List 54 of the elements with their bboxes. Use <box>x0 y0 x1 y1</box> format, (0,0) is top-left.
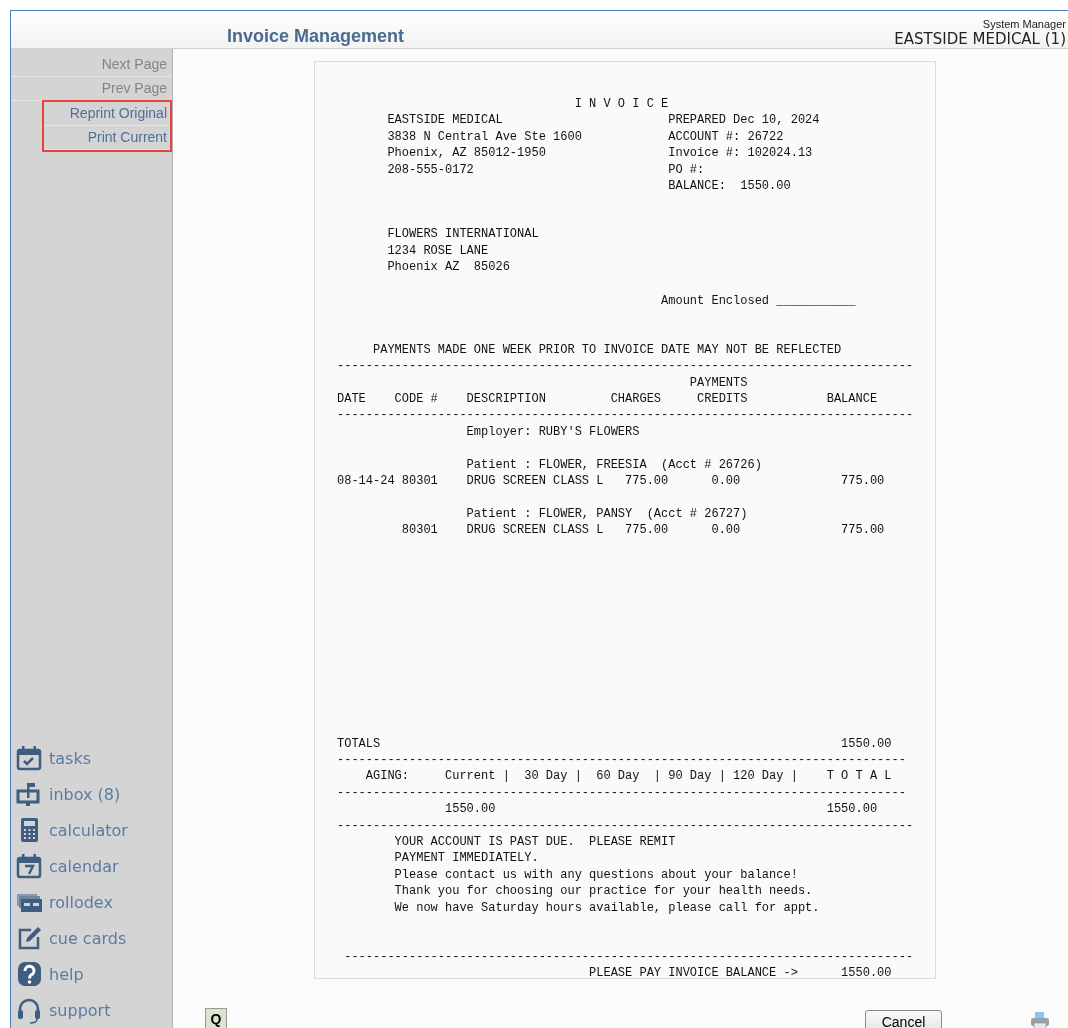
printer-icon[interactable] <box>1030 1010 1050 1028</box>
invoice-line: PAYMENTS <box>688 374 749 392</box>
invoice-line: Please contact us with any questions about your balance! <box>393 866 799 884</box>
invoice-line: DATE CODE # DESCRIPTION CHARGES CREDITS BALANCE <box>337 391 879 408</box>
invoice-line: Employer: RUBY'S FLOWERS <box>465 423 641 441</box>
mailbox-icon[interactable] <box>15 780 43 808</box>
invoice-line: Phoenix AZ 85026 <box>386 259 511 276</box>
invoice-line: YOUR ACCOUNT IS PAST DUE. PLEASE REMIT <box>393 833 677 851</box>
invoice-line: -------------------------------------------------------------------------------- <box>337 407 915 424</box>
page-title: Invoice Management <box>227 26 405 48</box>
invoice-line: 80301 DRUG SCREEN CLASS L 775.00 0.00 775.00 <box>400 522 886 539</box>
menu-link[interactable]: Reprint Original <box>44 102 170 126</box>
invoice-line: PLEASE PAY INVOICE BALANCE -> 1550.00 <box>588 965 893 982</box>
tool-link[interactable]: calendar <box>49 856 119 876</box>
invoice-line: ------------------------------------------------------------------------------- <box>337 752 907 769</box>
tool-link[interactable]: rollodex <box>49 892 113 912</box>
headset-icon[interactable] <box>15 996 43 1024</box>
query-button[interactable]: Q <box>205 1008 227 1028</box>
cancel-button[interactable]: Cancel <box>865 1010 942 1028</box>
help-icon[interactable] <box>15 960 43 988</box>
calendar-check-icon[interactable] <box>15 744 43 772</box>
invoice-line: Amount Enclosed ___________ <box>660 292 857 309</box>
practice-name: EASTSIDE MEDICAL (1) <box>894 30 1066 48</box>
invoice-line: 1234 ROSE LANE <box>386 242 490 260</box>
invoice-line: PAYMENTS MADE ONE WEEK PRIOR TO INVOICE DATE MAY NOT BE REFLECTED <box>372 341 843 359</box>
invoice-line: Phoenix, AZ 85012-1950 Invoice #: 102024.13 <box>386 145 814 162</box>
invoice-line: 08-14-24 80301 DRUG SCREEN CLASS L 775.00 0.00 775.00 <box>337 473 886 490</box>
tool-link[interactable]: calculator <box>49 820 128 840</box>
invoice-line: ------------------------------------------------------------------------------- <box>343 948 915 966</box>
invoice-line: -------------------------------------------------------------------------------- <box>337 358 915 375</box>
invoice-line: I N V O I C E <box>573 96 670 113</box>
invoice-line: BALANCE: 1550.00 <box>667 177 792 195</box>
tool-link[interactable]: tasks <box>49 748 91 768</box>
invoice-line: Patient : FLOWER, PANSY (Acct # 26727) <box>465 505 749 523</box>
invoice-line: Thank you for choosing our practice for your health needs. <box>393 883 814 900</box>
invoice-line: -------------------------------------------------------------------------------- <box>337 817 915 834</box>
tool-link[interactable]: help <box>49 964 84 984</box>
invoice-line: EASTSIDE MEDICAL PREPARED Dec 10, 2024 <box>386 112 821 129</box>
tool-link[interactable]: cue cards <box>49 928 127 948</box>
calendar-icon[interactable] <box>15 852 43 880</box>
invoice-line: 1550.00 1550.00 <box>444 801 879 818</box>
invoice-line: We now have Saturday hours available, please call for appt. <box>393 899 821 916</box>
invoice-line: ------------------------------------------------------------------------------- <box>337 784 907 802</box>
invoice-line: AGING: Current | 30 Day | 60 Day | 90 Day | 120 Day | T O T A L <box>364 768 893 785</box>
invoice-line: PAYMENT IMMEDIATELY. <box>393 850 540 867</box>
invoice-line: Patient : FLOWER, FREESIA (Acct # 26726) <box>465 456 763 474</box>
user-name: System Manager <box>982 18 1066 30</box>
invoice-line: 208-555-0172 PO #: <box>386 161 706 178</box>
menu-link[interactable]: Print Current <box>44 126 170 150</box>
invoice-line: 3838 N Central Ave Ste 1600 ACCOUNT #: 26722 <box>386 128 785 146</box>
invoice-line: FLOWERS INTERNATIONAL <box>386 226 540 243</box>
tool-link[interactable]: inbox (8) <box>49 784 121 804</box>
tool-link[interactable]: support <box>49 1000 111 1020</box>
invoice-line: TOTALS 1550.00 <box>337 735 893 752</box>
